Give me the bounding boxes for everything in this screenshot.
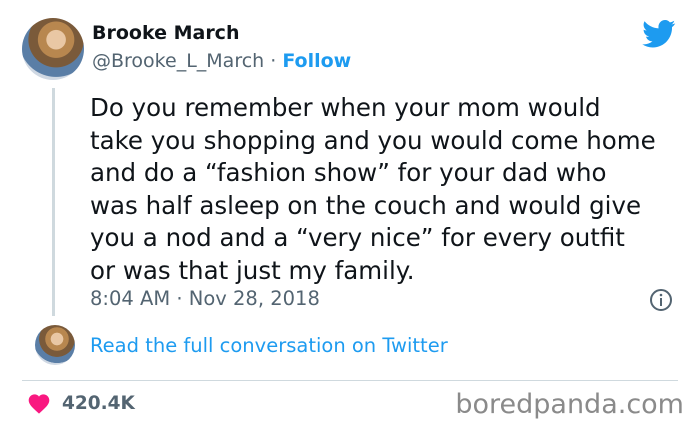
handle-separator: · [264,50,283,72]
watermark: boredpanda.com [455,389,684,420]
author-handle-row: @Brooke_L_March · Follow [92,50,351,72]
tweet-date[interactable]: Nov 28, 2018 [189,287,320,310]
heart-icon[interactable] [27,392,51,414]
tweet-text: Do you remember when your mom would take… [90,93,656,285]
follow-button[interactable]: Follow [282,50,351,72]
reply-avatar[interactable] [35,325,75,365]
read-conversation-link[interactable]: Read the full conversation on Twitter [90,334,448,357]
thread-line [52,88,55,316]
date-separator: · [170,287,189,310]
author-name[interactable]: Brooke March [92,22,239,44]
like-count[interactable]: 420.4K [62,393,135,414]
twitter-bird-icon[interactable] [642,20,676,48]
author-handle[interactable]: @Brooke_L_March [92,50,264,72]
info-icon[interactable] [649,288,673,312]
tweet-time[interactable]: 8:04 AM [90,287,170,310]
tweet-timestamp[interactable]: 8:04 AM · Nov 28, 2018 [90,287,320,310]
author-avatar[interactable] [22,18,84,80]
divider [22,380,678,381]
